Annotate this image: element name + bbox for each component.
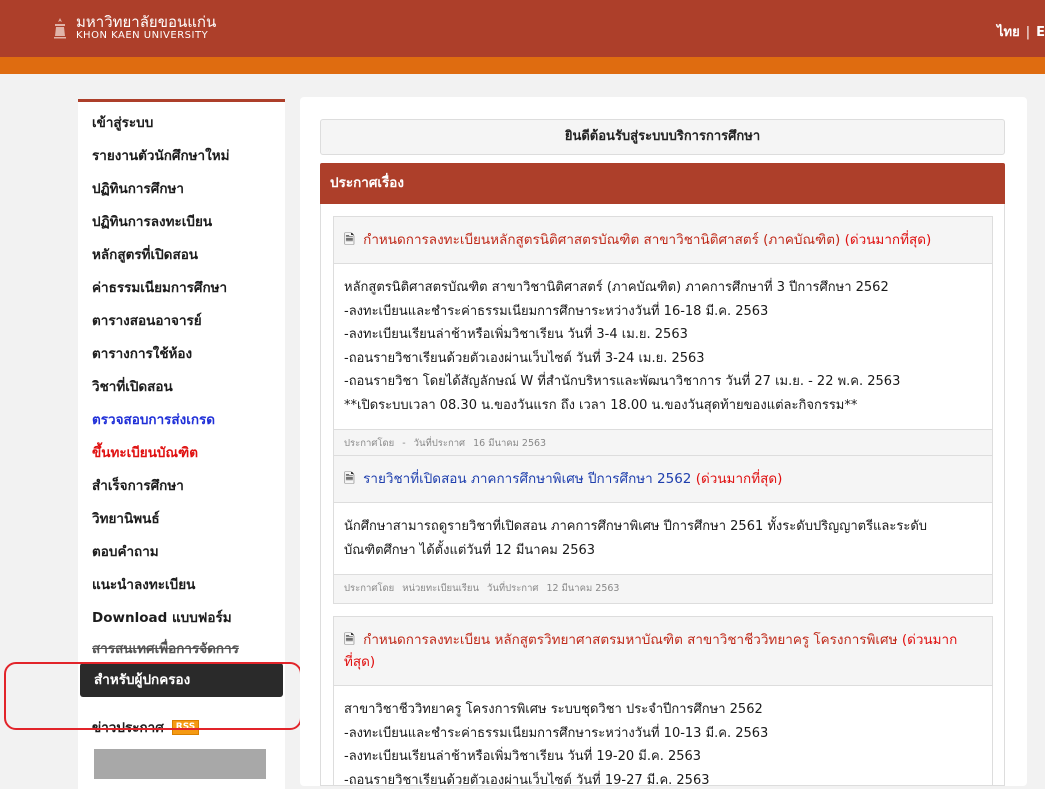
sidebar-item-thesis[interactable]: วิทยานิพนธ์	[78, 503, 285, 536]
sidebar-item-room-schedule[interactable]: ตารางการใช้ห้อง	[78, 338, 285, 371]
announcement-title-link[interactable]: กำหนดการลงทะเบียนหลักสูตรนิติศาสตรบัณฑิต…	[363, 232, 840, 248]
announcement-footer: ประกาศโดย หน่วยทะเบียนเรียน วันที่ประกาศ 12…	[334, 574, 992, 603]
sidebar-item-management-info[interactable]: สารสนเทศเพื่อการจัดการ	[78, 635, 285, 663]
sidebar-item-download-forms[interactable]: Download แบบฟอร์ม	[78, 602, 285, 635]
body-line: หลักสูตรนิติศาสตรบัณฑิต สาขาวิชานิติศาสต…	[344, 280, 889, 295]
highlight-outline	[4, 662, 302, 730]
sidebar-item-faq[interactable]: ตอบคำถาม	[78, 536, 285, 569]
announcement-body: หลักสูตรนิติศาสตรบัณฑิต สาขาวิชานิติศาสต…	[334, 264, 992, 429]
announcement-body: นักศึกษาสามารถดูรายวิชาที่เปิดสอน ภาคการ…	[334, 503, 992, 574]
urgent-label: (ด่วนมากที่สุด)	[844, 232, 932, 248]
body-line: สาขาวิชาชีววิทยาครู โครงการพิเศษ ระบบชุด…	[344, 702, 763, 717]
university-seal-icon	[54, 18, 66, 39]
announcement-title-link[interactable]: กำหนดการลงทะเบียน หลักสูตรวิทยาศาสตรมหาบ…	[363, 632, 897, 648]
sidebar-item-tuition-fees[interactable]: ค่าธรรมเนียมการศึกษา	[78, 272, 285, 305]
posted-date-label: วันที่ประกาศ	[413, 438, 466, 449]
sidebar-item-academic-calendar[interactable]: ปฏิทินการศึกษา	[78, 173, 285, 206]
sidebar-item-registration-calendar[interactable]: ปฏิทินการลงทะเบียน	[78, 206, 285, 239]
body-line: -ลงทะเบียนและชำระค่าธรรมเนียมการศึกษาระห…	[344, 303, 769, 319]
logo-text-thai: มหาวิทยาลัยขอนแก่น	[76, 13, 217, 31]
body-line: -ลงทะเบียนและชำระค่าธรรมเนียมการศึกษาระห…	[344, 725, 769, 741]
body-line: -ถอนรายวิชาเรียนด้วยตัวเองผ่านเว็บไซต์ ว…	[344, 350, 705, 366]
announcement-card: 🗎 กำหนดการลงทะเบียน หลักสูตรวิทยาศาสตรมห…	[333, 616, 993, 786]
body-line: -ถอนรายวิชา โดยได้สัญลักษณ์ W ที่สำนักบร…	[344, 374, 901, 389]
announcements-header: ประกาศเรื่อง	[320, 163, 1005, 204]
announcement-body: สาขาวิชาชีววิทยาครู โครงการพิเศษ ระบบชุด…	[334, 686, 992, 786]
posted-date: 12 มีนาคม 2563	[546, 583, 620, 594]
sidebar-item-courses-offered[interactable]: วิชาที่เปิดสอน	[78, 371, 285, 404]
sidebar-item-teacher-schedule[interactable]: ตารางสอนอาจารย์	[78, 305, 285, 338]
lang-separator: |	[1025, 25, 1031, 40]
sidebar-item-graduate-registration[interactable]: ขึ้นทะเบียนบัณฑิต	[78, 437, 285, 470]
posted-date: 16 มีนาคม 2563	[473, 438, 547, 449]
posted-by-unit: -	[402, 438, 406, 449]
lang-english-link[interactable]: E	[1036, 25, 1045, 40]
posted-by-label: ประกาศโดย	[344, 438, 395, 449]
announcement-title-row: 🗎 กำหนดการลงทะเบียน หลักสูตรวิทยาศาสตรมห…	[334, 617, 992, 686]
logo-text-english: KHON KAEN UNIVERSITY	[76, 30, 209, 41]
announcement-footer: ประกาศโดย - วันที่ประกาศ 16 มีนาคม 2563	[334, 429, 992, 458]
sidebar-item-login[interactable]: เข้าสู่ระบบ	[78, 107, 285, 140]
sidebar-item-curriculum[interactable]: หลักสูตรที่เปิดสอน	[78, 239, 285, 272]
sidebar-item-new-student-report[interactable]: รายงานตัวนักศึกษาใหม่	[78, 140, 285, 173]
news-placeholder-box	[94, 749, 266, 779]
body-line: -ถอนรายวิชาเรียนด้วยตัวเองผ่านเว็บไซต์ ว…	[344, 772, 710, 786]
body-line: -ลงทะเบียนเรียนล่าช้าหรือเพิ่มวิชาเรียน …	[344, 327, 688, 342]
top-header: มหาวิทยาลัยขอนแก่น KHON KAEN UNIVERSITY …	[0, 0, 1045, 57]
body-line: **เปิดระบบเวลา 08.30 น.ของวันแรก ถึง เวล…	[344, 397, 858, 413]
announcement-card: 🗎 กำหนดการลงทะเบียนหลักสูตรนิติศาสตรบัณฑ…	[333, 216, 993, 459]
body-line: นักศึกษาสามารถดูรายวิชาที่เปิดสอน ภาคการ…	[344, 519, 928, 534]
announcement-title-row: 🗎 รายวิชาที่เปิดสอน ภาคการศึกษาพิเศษ ปีก…	[334, 456, 992, 503]
accent-strip	[0, 57, 1045, 74]
posted-by-unit: หน่วยทะเบียนเรียน	[402, 583, 479, 594]
announcements-list: 🗎 กำหนดการลงทะเบียนหลักสูตรนิติศาสตรบัณฑ…	[320, 204, 1005, 786]
document-icon: 🗎	[344, 632, 355, 648]
announcement-title-link[interactable]: รายวิชาที่เปิดสอน ภาคการศึกษาพิเศษ ปีการ…	[363, 471, 691, 487]
sidebar-item-registration-guide[interactable]: แนะนำลงทะเบียน	[78, 569, 285, 602]
main-content: ยินดีต้อนรับสู่ระบบบริการการศึกษา ประกาศ…	[300, 97, 1027, 786]
language-switcher: ไทย | E	[997, 21, 1045, 42]
posted-date-label: วันที่ประกาศ	[486, 583, 539, 594]
university-logo[interactable]: มหาวิทยาลัยขอนแก่น KHON KAEN UNIVERSITY	[52, 14, 216, 42]
body-line: บัณฑิตศึกษา ได้ตั้งแต่วันที่ 12 มีนาคม 2…	[344, 542, 596, 558]
document-icon: 🗎	[344, 232, 355, 248]
posted-by-label: ประกาศโดย	[344, 583, 395, 594]
lang-thai-link[interactable]: ไทย	[997, 25, 1020, 40]
body-line: -ลงทะเบียนเรียนล่าช้าหรือเพิ่มวิชาเรียน …	[344, 749, 702, 764]
sidebar-item-grade-check[interactable]: ตรวจสอบการส่งเกรด	[78, 404, 285, 437]
document-icon: 🗎	[344, 471, 355, 487]
announcement-card: 🗎 รายวิชาที่เปิดสอน ภาคการศึกษาพิเศษ ปีก…	[333, 455, 993, 604]
welcome-banner: ยินดีต้อนรับสู่ระบบบริการการศึกษา	[320, 119, 1005, 155]
announcement-title-row: 🗎 กำหนดการลงทะเบียนหลักสูตรนิติศาสตรบัณฑ…	[334, 217, 992, 264]
sidebar-item-graduation[interactable]: สำเร็จการศึกษา	[78, 470, 285, 503]
urgent-label: (ด่วนมากที่สุด)	[695, 471, 783, 487]
